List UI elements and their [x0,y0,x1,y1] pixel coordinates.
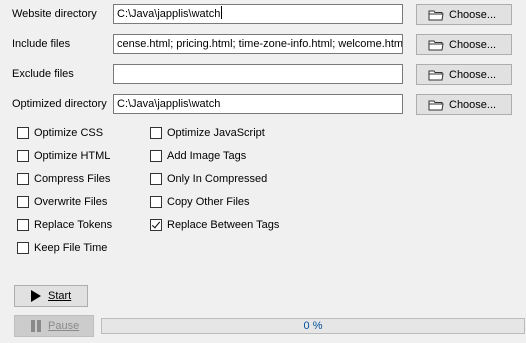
start-button-label: Start [48,290,72,302]
option-label: Replace Tokens [34,219,113,231]
website-directory-value: C:\Java\japplis\watch [117,8,221,20]
option-label: Compress Files [34,173,111,185]
option-optimize-javascript[interactable]: Optimize JavaScript [150,125,265,141]
choose-optimized-directory-button[interactable]: Choose... [416,94,512,115]
checkbox[interactable] [17,196,29,208]
option-label: Copy Other Files [167,196,250,208]
include-files-input[interactable]: cense.html; pricing.html; time-zone-info… [113,34,403,54]
choose-website-directory-button[interactable]: Choose... [416,4,512,25]
option-label: Only In Compressed [167,173,268,185]
checkbox[interactable] [17,173,29,185]
folder-icon [428,40,444,50]
option-replace-between-tags[interactable]: Replace Between Tags [150,217,279,233]
include-files-label: Include files [12,38,71,50]
folder-icon [428,10,444,20]
option-label: Add Image Tags [167,150,247,162]
option-replace-tokens[interactable]: Replace Tokens [17,217,112,233]
optimized-directory-input[interactable]: C:\Java\japplis\watch [113,94,403,114]
optimized-directory-label: Optimized directory [12,98,107,110]
option-label: Optimize JavaScript [167,127,265,139]
checkbox[interactable] [150,127,162,139]
option-optimize-html[interactable]: Optimize HTML [17,148,110,164]
website-directory-label: Website directory [12,8,97,20]
text-caret [221,6,223,19]
checkbox[interactable] [150,196,162,208]
optimized-directory-value: C:\Java\japplis\watch [117,98,221,110]
choose-button-label: Choose... [449,68,497,81]
checkbox[interactable] [150,150,162,162]
checkbox[interactable] [17,127,29,139]
option-label: Keep File Time [34,242,108,254]
option-optimize-css[interactable]: Optimize CSS [17,125,103,141]
option-compress-files[interactable]: Compress Files [17,171,110,187]
checkbox[interactable] [17,219,29,231]
play-icon [31,290,41,302]
include-files-value: cense.html; pricing.html; time-zone-info… [117,38,403,50]
choose-button-label: Choose... [449,98,497,111]
exclude-files-label: Exclude files [12,68,74,80]
choose-button-label: Choose... [449,8,497,21]
pause-button-label: Pause [48,320,80,332]
checkbox[interactable] [150,219,162,231]
option-label: Optimize HTML [34,150,111,162]
folder-icon [428,100,444,110]
choose-exclude-files-button[interactable]: Choose... [416,64,512,85]
progress-text: 0 % [303,320,323,332]
option-label: Overwrite Files [34,196,108,208]
option-add-image-tags[interactable]: Add Image Tags [150,148,246,164]
checkbox[interactable] [150,173,162,185]
folder-icon [428,70,444,80]
option-copy-other-files[interactable]: Copy Other Files [150,194,250,210]
option-label: Optimize CSS [34,127,104,139]
option-only-in-compressed[interactable]: Only In Compressed [150,171,267,187]
website-directory-input[interactable]: C:\Java\japplis\watch [113,4,403,24]
choose-include-files-button[interactable]: Choose... [416,34,512,55]
option-label: Replace Between Tags [167,219,280,231]
option-overwrite-files[interactable]: Overwrite Files [17,194,107,210]
choose-button-label: Choose... [449,38,497,51]
checkbox[interactable] [17,150,29,162]
exclude-files-input[interactable] [113,64,403,84]
option-keep-file-time[interactable]: Keep File Time [17,240,107,256]
checkbox[interactable] [17,242,29,254]
progress-bar: 0 % [101,318,525,334]
start-button[interactable]: Start [14,285,88,307]
pause-button[interactable]: Pause [14,315,94,337]
pause-icon [31,320,41,332]
